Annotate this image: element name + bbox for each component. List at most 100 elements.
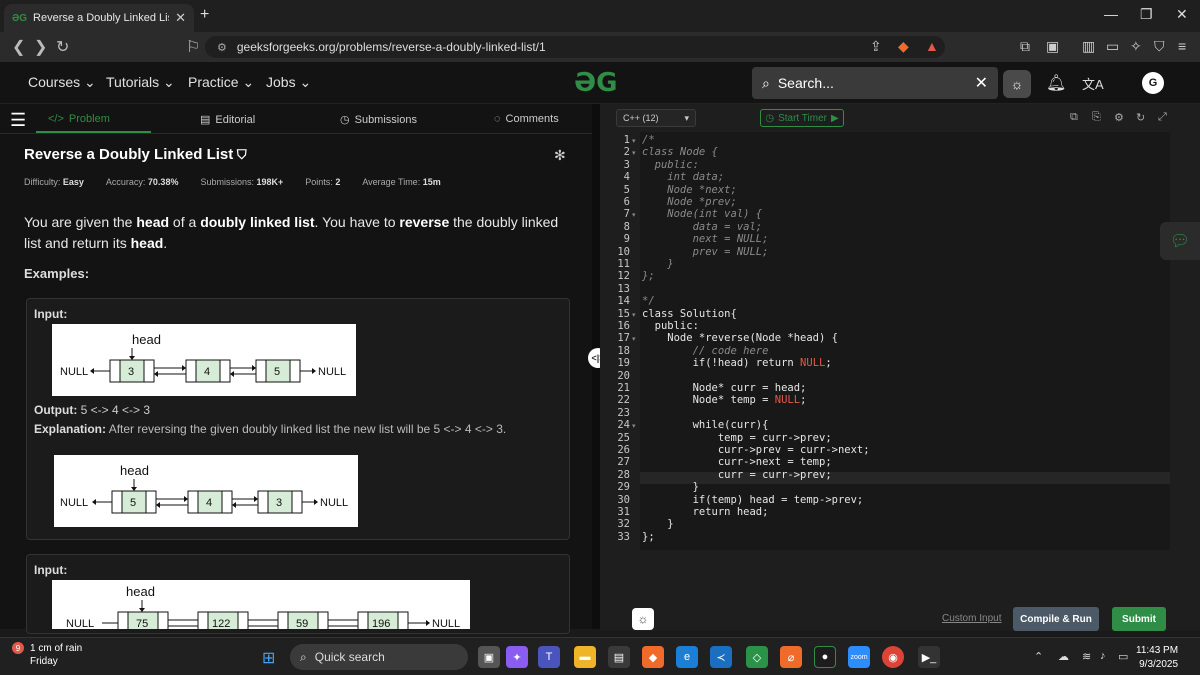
code-line: data = val; [642, 220, 763, 233]
extensions-icon[interactable]: ⧉ [1020, 38, 1030, 55]
store-icon[interactable]: ▤ [608, 646, 630, 668]
url-bar[interactable]: ⚙ geeksforgeeks.org/problems/reverse-a-d… [205, 36, 945, 58]
back-icon[interactable]: ❮ [12, 37, 25, 57]
node-value: 59 [296, 618, 308, 629]
wallet-alt-icon[interactable]: ▭ [1106, 38, 1119, 55]
menu-tutorials[interactable]: Tutorials ⌄ [106, 74, 175, 91]
fold-arrow-icon[interactable]: ▾ [632, 422, 636, 430]
edge-icon[interactable]: e [676, 646, 698, 668]
zoom-icon[interactable]: zoom [848, 646, 870, 668]
submit-button[interactable]: Submit [1112, 607, 1166, 631]
window-close-icon[interactable]: ✕ [1176, 6, 1188, 23]
clear-search-icon[interactable]: ✕ [975, 73, 988, 93]
vpn-icon[interactable]: ⛉ [1154, 38, 1165, 55]
output-list-diagram: head NULL 5 4 3 NULL [54, 455, 358, 527]
file-explorer-icon[interactable]: ▬ [574, 646, 596, 668]
bookmark-icon[interactable]: ⚐ [186, 37, 200, 57]
share-icon[interactable]: ⇪ [870, 38, 882, 55]
reset-icon[interactable]: ↻ [1136, 111, 1145, 124]
chrome-icon[interactable]: ◉ [882, 646, 904, 668]
node-value: 4 [206, 497, 212, 509]
notification-bell-icon[interactable]: 🔔︎ [1046, 73, 1066, 93]
tab-problem[interactable]: </> Problem [48, 113, 110, 125]
browser-tab[interactable]: ƏG Reverse a Doubly Linked List | Pr ✕ [4, 4, 194, 32]
hint-bulb-icon[interactable]: ☼ [632, 608, 654, 630]
hamburger-menu-icon[interactable]: ☰ [10, 110, 26, 131]
avatar[interactable]: G [1142, 72, 1164, 94]
tab-editorial[interactable]: ▤ Editorial [200, 113, 255, 127]
rewards-icon[interactable]: ▲ [925, 38, 939, 54]
reload-icon[interactable]: ↻ [56, 37, 69, 57]
theme-toggle-icon[interactable]: ☼ [1003, 70, 1031, 98]
paste-icon[interactable]: ⎘ [1092, 111, 1101, 124]
tab-comments[interactable]: ◌ Comments [494, 113, 559, 125]
site-info-icon[interactable]: ⚙ [217, 41, 227, 54]
wallet-icon[interactable]: ▣ [1046, 38, 1059, 55]
cloud-icon[interactable]: ☁ [1058, 650, 1069, 663]
teams-icon[interactable]: T [538, 646, 560, 668]
terminal-icon[interactable]: ▶_ [918, 646, 940, 668]
new-tab-button[interactable]: + [200, 6, 209, 24]
code-line: public: [642, 320, 699, 332]
weather-line2: Friday [30, 656, 58, 667]
restore-icon[interactable]: ❐ [1140, 6, 1153, 23]
battery-icon[interactable]: ▭ [1118, 650, 1128, 663]
weather-line1: 1 cm of rain [30, 643, 83, 654]
wifi-icon[interactable]: ≋ [1082, 650, 1091, 663]
translate-icon[interactable]: 文A [1082, 74, 1104, 93]
fold-arrow-icon[interactable]: ▾ [632, 137, 636, 145]
volume-icon[interactable]: ♪ [1100, 650, 1106, 662]
line-number: 32 [617, 518, 630, 531]
bug-report-icon[interactable]: ✻ [554, 147, 566, 164]
custom-input-link[interactable]: Custom Input [942, 613, 1001, 624]
copy-icon[interactable]: ⧉ [1070, 111, 1078, 124]
close-tab-icon[interactable]: ✕ [175, 10, 186, 26]
compile-run-button[interactable]: Compile & Run [1013, 607, 1099, 631]
sidebar-icon[interactable]: ▥ [1082, 38, 1095, 55]
task-view-icon[interactable]: ▣ [478, 646, 500, 668]
line-number: 15 [617, 307, 630, 320]
problem-description: You are given the head of a doubly linke… [24, 214, 559, 251]
chat-icon[interactable]: 💬︎ [1160, 222, 1200, 260]
chevron-up-icon[interactable]: ⌃ [1034, 650, 1043, 663]
line-number: 22 [617, 394, 630, 407]
line-number: 33 [617, 530, 630, 543]
mongodb-icon[interactable]: ● [814, 646, 836, 668]
fullscreen-icon[interactable]: ⤢ [1158, 111, 1167, 124]
copilot-icon[interactable]: ✦ [506, 646, 528, 668]
postman-icon[interactable]: ⌀ [780, 646, 802, 668]
line-number: 20 [617, 369, 630, 382]
weather-widget[interactable]: 9 1 cm of rain Friday [12, 642, 82, 668]
code-line: } [642, 518, 674, 531]
code-line: next = NULL; [642, 233, 769, 246]
fold-arrow-icon[interactable]: ▾ [632, 149, 636, 157]
minimize-icon[interactable]: — [1104, 6, 1118, 22]
clock-date: 9/3/2025 [1139, 659, 1179, 670]
bookmark-outline-icon[interactable]: ⛉ [233, 147, 247, 162]
tab-submissions[interactable]: ◷ Submissions [340, 113, 417, 127]
windows-start-icon[interactable]: ⊞ [262, 648, 275, 668]
node-value: 3 [128, 366, 134, 378]
vscode-icon[interactable]: ≺ [710, 646, 732, 668]
forward-icon[interactable]: ❯ [34, 37, 47, 57]
system-clock[interactable]: 11:43 PM 9/3/2025 [1136, 644, 1178, 672]
settings-icon[interactable]: ⚙ [1114, 111, 1124, 124]
brave-browser-icon[interactable]: ◆ [642, 646, 664, 668]
menu-courses[interactable]: Courses ⌄ [28, 74, 96, 91]
git-icon[interactable]: ◇ [746, 646, 768, 668]
menu-jobs[interactable]: Jobs ⌄ [266, 74, 311, 91]
leo-ai-icon[interactable]: ✧ [1130, 38, 1142, 55]
menu-practice[interactable]: Practice ⌄ [188, 74, 254, 91]
search-input[interactable]: ⌕ Search... ✕ [752, 67, 998, 99]
start-timer-button[interactable]: ◷ Start Timer ▶ [760, 109, 844, 127]
brave-shield-icon[interactable]: ◆ [898, 38, 909, 55]
taskbar-search[interactable]: ⌕ Quick search [290, 644, 468, 670]
fold-arrow-icon[interactable]: ▾ [632, 211, 636, 219]
fold-arrow-icon[interactable]: ▾ [632, 311, 636, 319]
line-number: 31 [617, 506, 630, 518]
menu-icon[interactable]: ≡ [1178, 38, 1186, 54]
node-value: 4 [204, 366, 210, 378]
fold-arrow-icon[interactable]: ▾ [632, 335, 636, 343]
language-select[interactable]: C++ (12) ▾ [616, 109, 696, 127]
gfg-logo[interactable]: ƏG [574, 68, 617, 98]
